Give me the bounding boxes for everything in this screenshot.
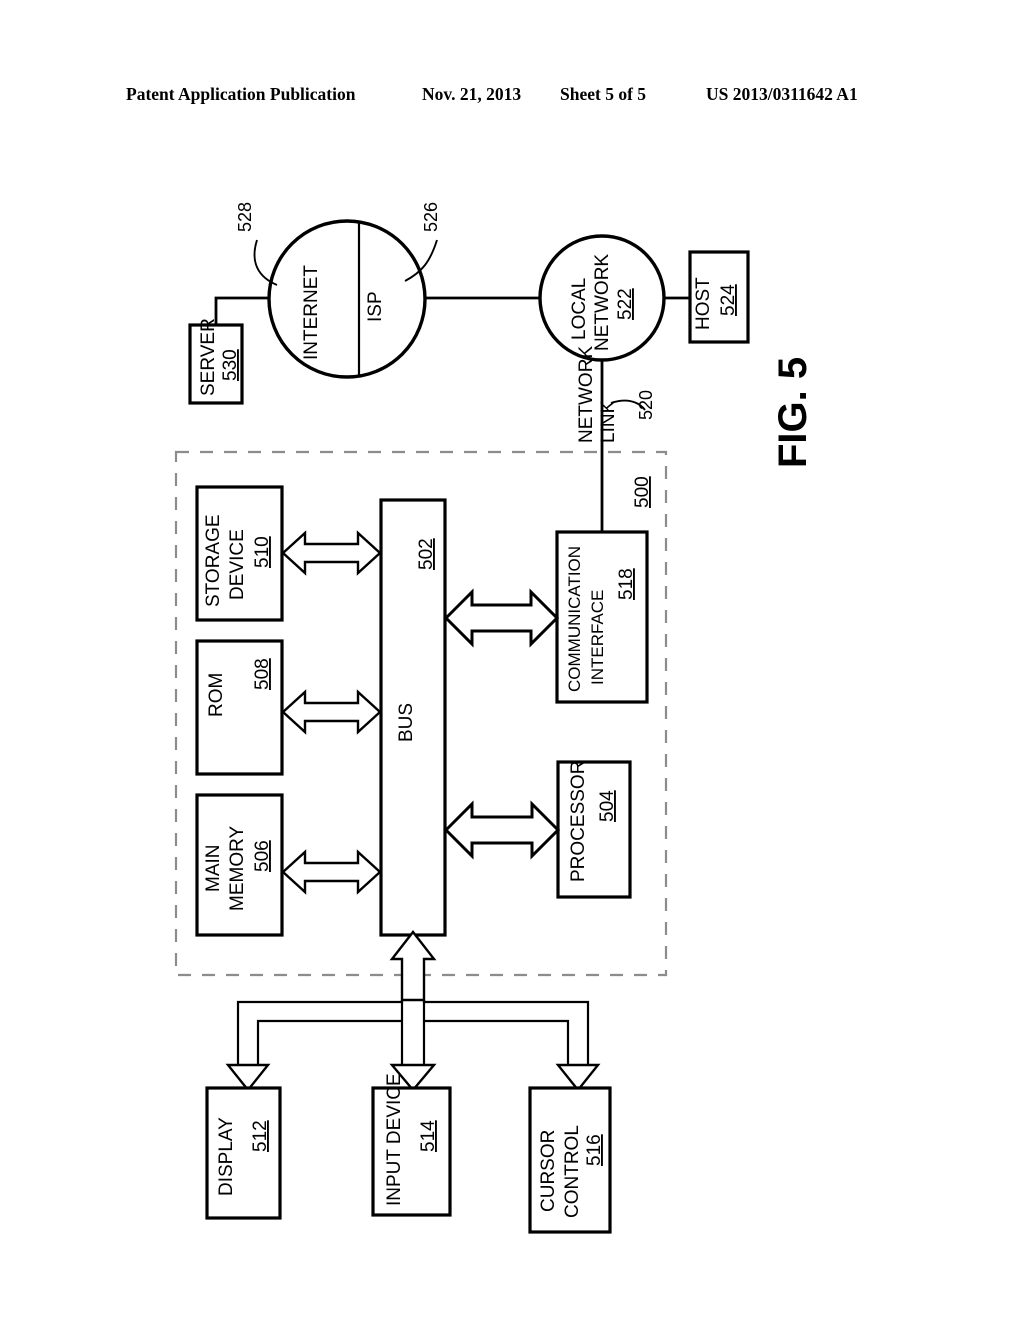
- patent-page: Patent Application Publication Nov. 21, …: [0, 0, 1024, 1320]
- rom-bus-arrow: [281, 689, 382, 735]
- figure-5-diagram: SERVER 530 INTERNET ISP 528 526 LOCAL NE…: [174, 202, 815, 1234]
- server-label: SERVER: [198, 318, 219, 396]
- io-rail-left-outer: [236, 1000, 404, 1075]
- isp-label: ISP: [365, 291, 386, 322]
- communication-interface-ref: 518: [616, 568, 637, 600]
- cursor-control-ref: 516: [584, 1134, 605, 1166]
- display-label: DISPLAY: [216, 1117, 237, 1196]
- bus-ref: 502: [416, 538, 437, 570]
- main-memory-label-line1: MAIN: [203, 845, 224, 893]
- input-device-label: INPUT DEVICE: [384, 1073, 405, 1206]
- isp-ref: 526: [421, 202, 441, 232]
- bus-io-stem-arrow: [389, 930, 437, 1002]
- local-network-label-line2: NETWORK: [592, 254, 613, 351]
- server-ref: 530: [220, 349, 241, 381]
- processor-ref: 504: [597, 790, 618, 822]
- communication-interface-label-line1: COMMUNICATION: [565, 546, 584, 692]
- cursor-control-label-line1: CURSOR: [538, 1130, 559, 1212]
- communication-interface-label-line2: INTERFACE: [588, 590, 607, 685]
- host-label: HOST: [693, 277, 714, 330]
- internet-ref: 528: [235, 202, 255, 232]
- io-rail-right-outer: [422, 1000, 590, 1075]
- local-network-ref: 522: [615, 288, 636, 320]
- processor-label: PROCESSOR: [568, 761, 589, 882]
- main-memory-ref: 506: [252, 840, 273, 872]
- network-link-label-line2: LINK: [598, 400, 619, 443]
- display-arrowhead: [225, 1063, 271, 1092]
- internet-isp-circle: [267, 219, 427, 379]
- bus-communication-interface-arrow: [443, 588, 560, 648]
- network-link-ref: 520: [636, 390, 656, 420]
- main-memory-label-line2: MEMORY: [227, 826, 248, 911]
- network-link-label-line1: NETWORK: [576, 346, 597, 443]
- io-rail-left-inner: [256, 1019, 402, 1075]
- storage-device-ref: 510: [252, 536, 273, 568]
- rom-ref: 508: [252, 658, 273, 690]
- bus-processor-arrow: [443, 800, 561, 860]
- input-device-ref: 514: [418, 1120, 439, 1152]
- cursor-control-label-line2: CONTROL: [562, 1125, 583, 1218]
- storage-device-label-line2: DEVICE: [227, 529, 248, 600]
- main-memory-bus-arrow: [281, 849, 382, 895]
- host-ref: 524: [718, 284, 739, 316]
- internet-label: INTERNET: [301, 265, 322, 360]
- figure-label: FIG. 5: [771, 357, 815, 468]
- bus-label: BUS: [396, 703, 417, 742]
- local-network-label-line1: LOCAL: [569, 278, 590, 340]
- storage-device-label-line1: STORAGE: [203, 514, 224, 607]
- rom-label: ROM: [206, 673, 227, 717]
- server-internet-connector: [214, 296, 272, 325]
- cursor-control-arrowhead: [555, 1063, 601, 1092]
- system-ref-500: 500: [632, 476, 653, 508]
- storage-bus-arrow: [281, 530, 382, 576]
- io-rail-right-inner: [424, 1019, 570, 1075]
- display-ref: 512: [250, 1120, 271, 1152]
